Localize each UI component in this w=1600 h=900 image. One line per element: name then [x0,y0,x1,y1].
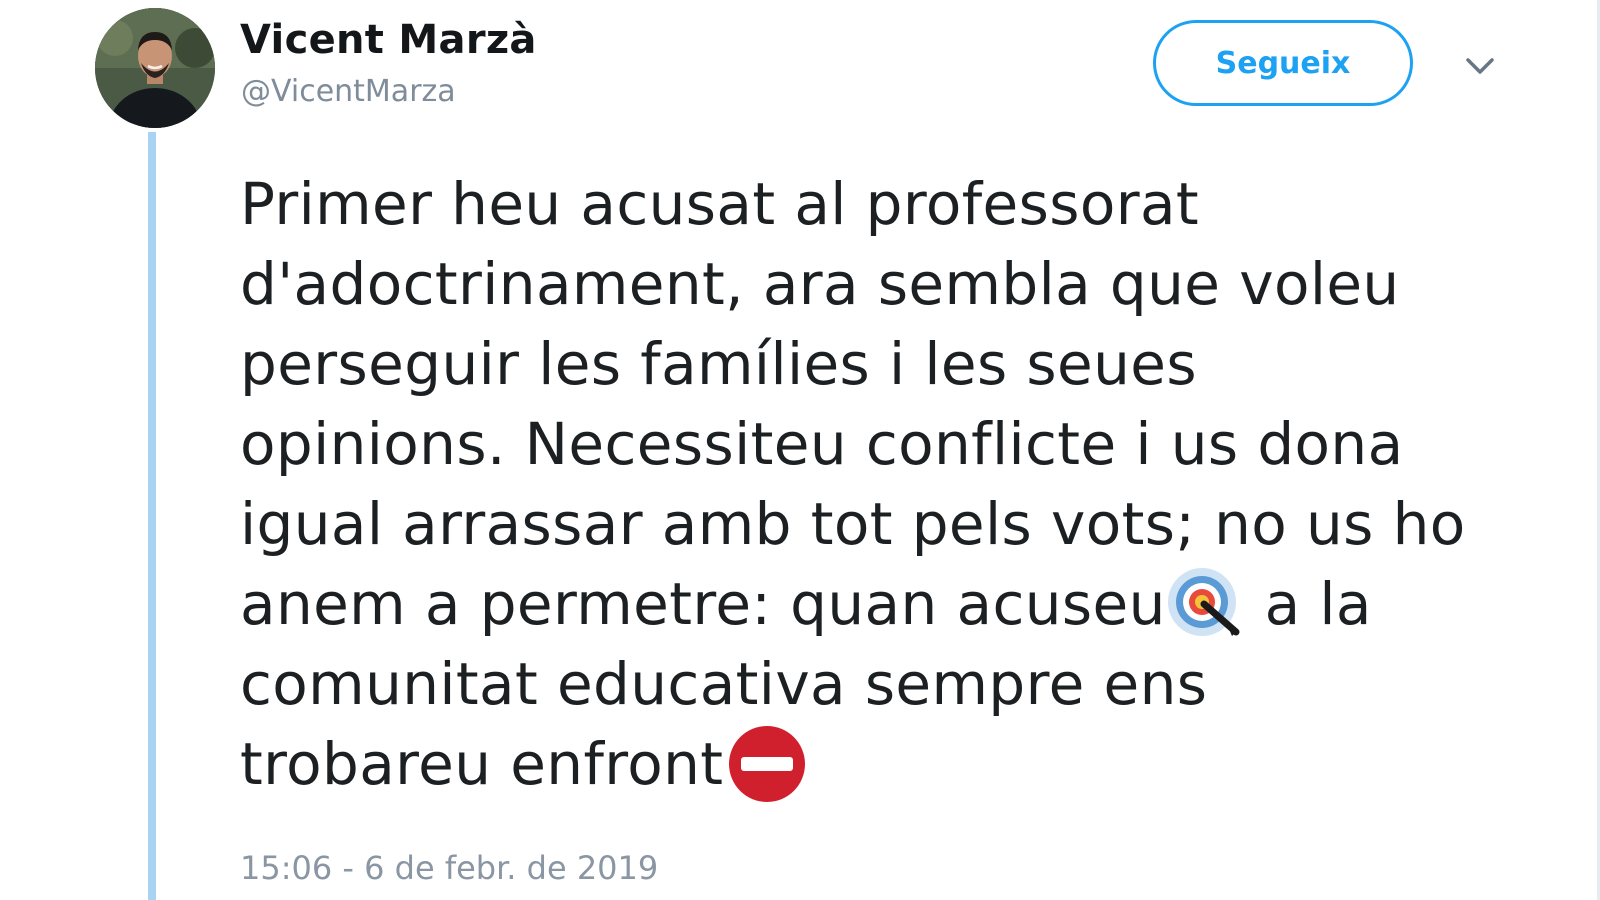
tweet-line-text: anem a permetre: quan acuseu [240,570,1166,638]
tweet-line-text: trobareu enfront [240,730,724,798]
tweet-text: Primer heu acusat al professorat d'adoct… [240,164,1540,804]
tweet-line: Primer heu acusat al professorat [240,170,1200,238]
tweet-line: trobareu enfront [240,724,1540,804]
author-handle[interactable]: @VicentMarza [241,72,456,112]
tweet-line: perseguir les famílies i les seues [240,330,1197,398]
tweet-line: opinions. Necessiteu conflicte i us dona [240,410,1404,478]
no-entry-icon [729,725,806,802]
follow-button[interactable]: Segueix [1153,20,1413,106]
tweet-line: comunitat educativa sempre ens [240,650,1208,718]
avatar-photo [95,8,215,128]
tweet-timestamp[interactable]: 15:06 - 6 de febr. de 2019 [240,846,658,890]
tweet-line-text: a la [1245,570,1372,638]
avatar[interactable] [95,8,215,128]
thread-line [148,132,156,900]
tweet-line: anem a permetre: quan acuseu a la [240,564,1540,644]
author-name[interactable]: Vicent Marzà [240,14,537,66]
direct-hit-icon [1167,567,1240,636]
tweet-line: igual arrassar amb tot pels vots; no us … [240,490,1466,558]
chevron-down-icon[interactable] [1462,48,1498,84]
tweet-line: d'adoctrinament, ara sembla que voleu [240,250,1400,318]
